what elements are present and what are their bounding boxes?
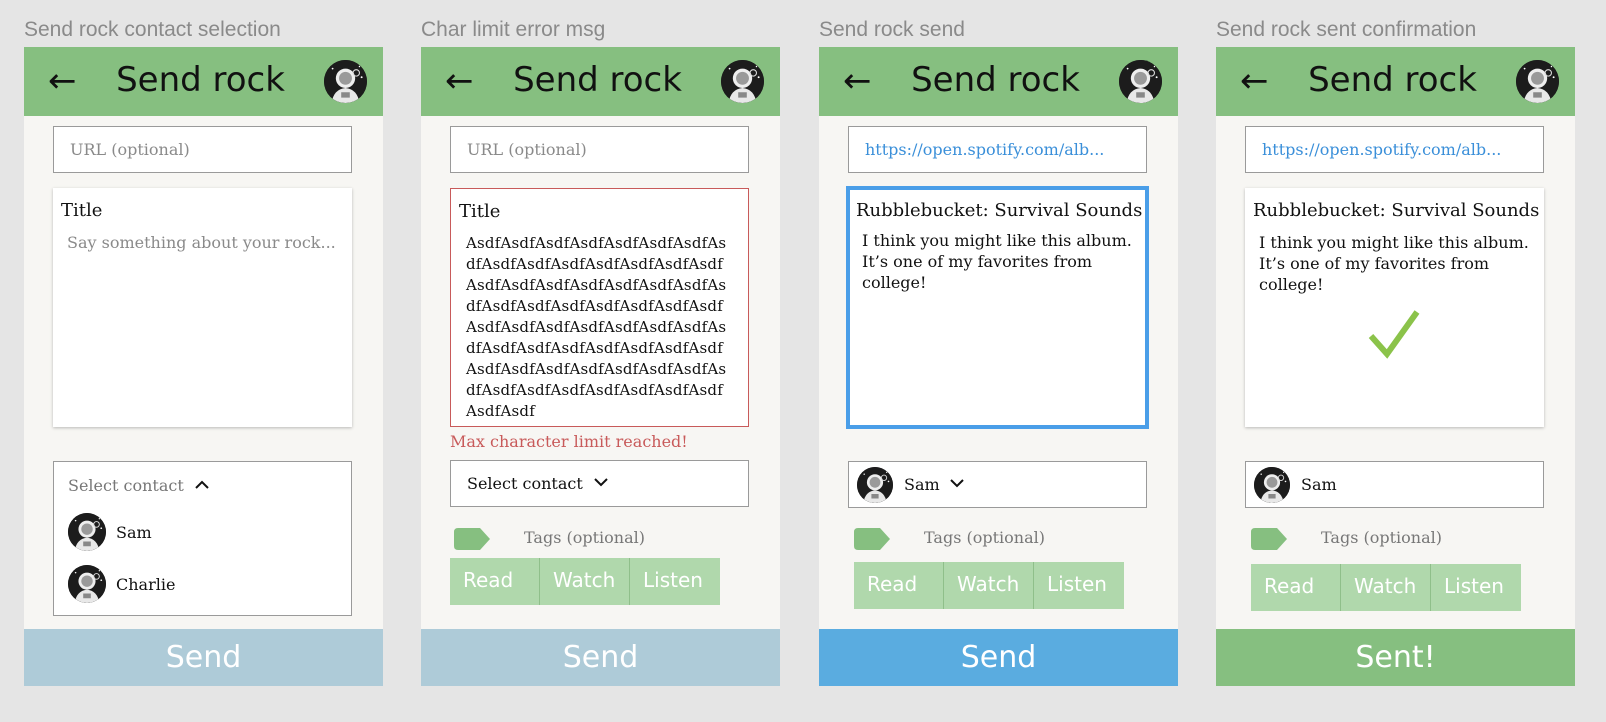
rock-card[interactable]: Rubblebucket: Survival Sounds I think yo…	[846, 186, 1149, 429]
message-text: I think you might like this album. It’s …	[1259, 233, 1529, 294]
avatar[interactable]	[324, 60, 367, 103]
contact-name: Charlie	[116, 575, 176, 594]
avatar	[68, 513, 106, 551]
avatar	[1254, 467, 1290, 503]
contact-option-sam[interactable]: Sam	[68, 513, 328, 553]
tag-icon	[454, 528, 490, 550]
app-header: ← Send rock	[24, 47, 383, 116]
tags-label: Tags (optional)	[924, 528, 1046, 547]
checkmark-icon	[1368, 310, 1420, 359]
title-input[interactable]: Title	[459, 201, 500, 222]
contact-select: Sam	[1245, 461, 1544, 508]
tags-row: Tags (optional)	[854, 527, 1154, 551]
contact-name: Sam	[116, 523, 152, 542]
chevron-down-icon[interactable]	[950, 478, 964, 488]
title-text: Rubblebucket: Survival Sounds	[1253, 200, 1540, 221]
contact-select[interactable]: Sam	[848, 461, 1147, 508]
tag-listen-button[interactable]: Listen	[1034, 562, 1124, 609]
url-input[interactable]: URL (optional)	[450, 126, 749, 173]
rock-card[interactable]: Title Say something about your rock...	[53, 188, 352, 427]
tags-label: Tags (optional)	[1321, 528, 1443, 547]
url-input[interactable]: https://open.spotify.com/alb...	[1245, 126, 1544, 173]
tag-listen-button[interactable]: Listen	[1431, 564, 1521, 611]
url-input[interactable]: https://open.spotify.com/alb...	[848, 126, 1147, 173]
send-button[interactable]: Send	[819, 629, 1178, 686]
tag-watch-button[interactable]: Watch	[944, 562, 1034, 609]
select-contact-label: Select contact	[68, 476, 184, 495]
message-input[interactable]: AsdfAsdfAsdfAsdfAsdfAsdfAsdfAsdfAsdfAsdf…	[466, 233, 733, 422]
app-header: ← Send rock	[1216, 47, 1575, 116]
tag-buttons: Read Watch Listen	[450, 558, 720, 605]
avatar	[68, 565, 106, 603]
avatar[interactable]	[721, 60, 764, 103]
title-input[interactable]: Title	[61, 200, 102, 221]
selected-contact: Sam	[904, 475, 940, 494]
chevron-down-icon[interactable]	[594, 477, 608, 487]
tag-read-button[interactable]: Read	[450, 558, 540, 605]
error-message: Max character limit reached!	[450, 432, 688, 451]
phone-frame-char-limit-error: ← Send rock URL (optional) Title AsdfAsd…	[421, 47, 780, 686]
send-button[interactable]: Send	[421, 629, 780, 686]
tag-read-button[interactable]: Read	[1251, 564, 1341, 611]
avatar[interactable]	[1516, 60, 1559, 103]
contact-dropdown[interactable]: Select contact Sam Charlie	[53, 461, 352, 616]
tag-buttons: Read Watch Listen	[854, 562, 1124, 609]
phone-frame-sent-confirmation: ← Send rock https://open.spotify.com/alb…	[1216, 47, 1575, 686]
frame-label: Send rock sent confirmation	[1216, 18, 1477, 41]
rock-card: Rubblebucket: Survival Sounds I think yo…	[1245, 188, 1544, 427]
contact-option-charlie[interactable]: Charlie	[68, 565, 328, 605]
app-header: ← Send rock	[819, 47, 1178, 116]
tag-icon	[854, 528, 890, 550]
frame-label: Char limit error msg	[421, 18, 606, 41]
chevron-up-icon[interactable]	[195, 480, 209, 490]
message-input[interactable]: I think you might like this album. It’s …	[862, 230, 1135, 293]
url-input[interactable]: URL (optional)	[53, 126, 352, 173]
app-header: ← Send rock	[421, 47, 780, 116]
tags-row: Tags (optional)	[454, 527, 754, 551]
tags-label: Tags (optional)	[524, 528, 646, 547]
contact-select[interactable]: Select contact	[450, 460, 749, 507]
phone-frame-contact-selection: ← Send rock URL (optional) Title Say som…	[24, 47, 383, 686]
select-contact-label: Select contact	[467, 474, 583, 493]
phone-frame-send: ← Send rock https://open.spotify.com/alb…	[819, 47, 1178, 686]
title-input[interactable]: Rubblebucket: Survival Sounds	[856, 200, 1142, 221]
selected-contact: Sam	[1301, 475, 1337, 494]
message-input[interactable]: Say something about your rock...	[67, 232, 342, 253]
avatar	[857, 467, 893, 503]
tag-watch-button[interactable]: Watch	[1341, 564, 1431, 611]
tag-read-button[interactable]: Read	[854, 562, 944, 609]
frame-label: Send rock send	[819, 18, 965, 41]
tag-buttons: Read Watch Listen	[1251, 564, 1521, 611]
sent-button: Sent!	[1216, 629, 1575, 686]
tag-watch-button[interactable]: Watch	[540, 558, 630, 605]
frame-label: Send rock contact selection	[24, 18, 281, 41]
tag-icon	[1251, 528, 1287, 550]
tag-listen-button[interactable]: Listen	[630, 558, 720, 605]
avatar[interactable]	[1119, 60, 1162, 103]
rock-card[interactable]: Title AsdfAsdfAsdfAsdfAsdfAsdfAsdfAsdfAs…	[450, 188, 749, 427]
tags-row: Tags (optional)	[1251, 527, 1551, 551]
send-button[interactable]: Send	[24, 629, 383, 686]
